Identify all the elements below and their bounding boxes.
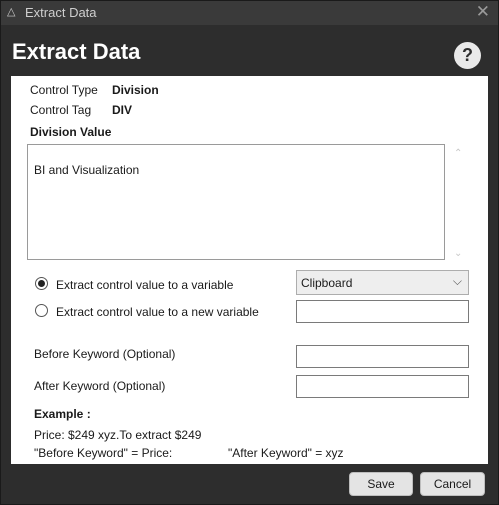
control-type-label: Control Type xyxy=(30,83,98,97)
scroll-up-icon[interactable]: ⌃ xyxy=(454,148,462,159)
control-tag-label: Control Tag xyxy=(30,103,92,117)
division-value-textarea[interactable]: BI and Visualization xyxy=(27,144,445,260)
example-line-1: Price: $249 xyz.To extract $249 xyxy=(34,428,202,442)
variable-select-value: Clipboard xyxy=(301,276,353,290)
save-button[interactable]: Save xyxy=(349,472,413,496)
radio-new-label: Extract control value to a new variable xyxy=(56,305,259,319)
control-tag-value: DIV xyxy=(112,103,133,117)
radio-existing-label: Extract control value to a variable xyxy=(56,278,234,292)
close-icon[interactable]: ✕ xyxy=(476,2,490,22)
title-bar[interactable]: △ Extract Data ✕ xyxy=(1,1,498,25)
control-type-value: Division xyxy=(112,83,159,97)
after-keyword-label: After Keyword (Optional) xyxy=(34,379,166,393)
dialog-header: Extract Data ? xyxy=(1,25,498,75)
example-heading: Example : xyxy=(34,407,91,421)
scroll-down-icon[interactable]: ⌄ xyxy=(454,248,462,259)
chevron-down-icon: ⌵ xyxy=(452,274,462,288)
example-before: "Before Keyword" = Price: xyxy=(34,446,173,460)
extract-data-dialog: △ Extract Data ✕ Extract Data ? Control … xyxy=(0,0,499,505)
radio-new-variable[interactable] xyxy=(35,304,48,317)
before-keyword-input[interactable] xyxy=(296,345,469,368)
variable-select[interactable]: Clipboard ⌵ xyxy=(296,270,469,295)
app-icon: △ xyxy=(7,6,16,18)
before-keyword-label: Before Keyword (Optional) xyxy=(34,347,176,361)
radio-existing-variable[interactable] xyxy=(35,277,48,290)
division-value-text: BI and Visualization xyxy=(34,163,140,177)
division-value-label: Division Value xyxy=(30,125,112,139)
content-panel: Control Type Division Control Tag DIV Di… xyxy=(11,76,488,464)
help-icon[interactable]: ? xyxy=(454,42,481,69)
dialog-heading: Extract Data xyxy=(12,39,141,64)
window-title: Extract Data xyxy=(25,5,97,20)
example-after: "After Keyword" = xyz xyxy=(228,446,344,460)
cancel-button[interactable]: Cancel xyxy=(420,472,485,496)
after-keyword-input[interactable] xyxy=(296,375,469,398)
new-variable-input[interactable] xyxy=(296,300,469,323)
